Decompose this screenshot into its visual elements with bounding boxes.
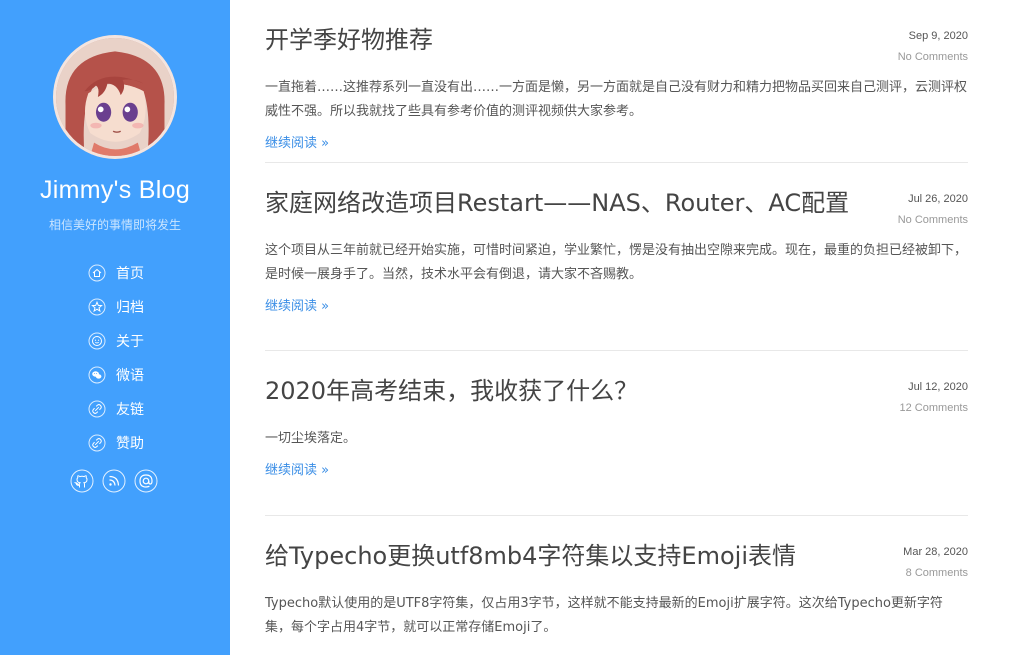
social-links <box>70 469 158 493</box>
post-comments-link[interactable]: No Comments <box>898 50 968 64</box>
star-icon <box>88 298 106 316</box>
email-icon[interactable] <box>134 469 158 493</box>
link-icon <box>88 400 106 418</box>
read-more-link[interactable]: 继续阅读 » <box>265 462 329 480</box>
wechat-icon <box>88 366 106 384</box>
blog-subtitle: 相信美好的事情即将发生 <box>48 218 181 232</box>
post-title[interactable]: 给Typecho更换utf8mb4字符集以支持Emoji表情 <box>265 540 968 572</box>
post-title[interactable]: 开学季好物推荐 <box>265 24 968 56</box>
post-date: Mar 28, 2020 <box>903 546 968 558</box>
nav-item-links[interactable]: 友链 <box>88 392 144 426</box>
post-meta: Sep 9, 2020 No Comments <box>898 29 968 64</box>
nav-label: 首页 <box>116 266 144 282</box>
nav-label: 赞助 <box>116 436 144 452</box>
post-title[interactable]: 2020年高考结束，我收获了什么？ <box>265 375 968 407</box>
post-date: Jul 26, 2020 <box>908 193 968 205</box>
blog-title[interactable]: Jimmy's Blog <box>0 176 230 205</box>
post-title[interactable]: 家庭网络改造项目Restart——NAS、Router、AC配置 <box>265 187 968 219</box>
post-excerpt: 一切尘埃落定。 <box>265 431 357 446</box>
avatar-image <box>56 38 174 156</box>
avatar[interactable] <box>53 35 177 159</box>
sidebar-nav: 首页 归档 关于 微语 友链 赞助 <box>88 256 144 460</box>
post-excerpt: 一直拖着……这推荐系列一直没有出……一方面是懒，另一方面就是自己没有财力和精力把… <box>265 80 968 119</box>
github-icon[interactable] <box>70 469 94 493</box>
nav-item-sponsor[interactable]: 赞助 <box>88 426 144 460</box>
rss-icon[interactable] <box>102 469 126 493</box>
face-icon <box>88 332 106 350</box>
post-meta: Jul 12, 2020 12 Comments <box>900 380 968 415</box>
post-comments-link[interactable]: No Comments <box>898 213 968 227</box>
nav-label: 微语 <box>116 368 144 384</box>
nav-item-home[interactable]: 首页 <box>88 256 144 290</box>
post-meta: Jul 26, 2020 No Comments <box>898 192 968 227</box>
home-icon <box>88 264 106 282</box>
read-more-link[interactable]: 继续阅读 » <box>265 135 329 153</box>
nav-label: 关于 <box>116 334 144 350</box>
post-comments-link[interactable]: 12 Comments <box>900 401 968 415</box>
nav-item-weiyu[interactable]: 微语 <box>88 358 144 392</box>
nav-item-archive[interactable]: 归档 <box>88 290 144 324</box>
sidebar: Jimmy's Blog 相信美好的事情即将发生 首页 归档 关于 微语 友链 … <box>0 0 230 655</box>
post-excerpt: 这个项目从三年前就已经开始实施，可惜时间紧迫，学业繁忙，愣是没有抽出空隙来完成。… <box>265 243 968 282</box>
post-excerpt: Typecho默认使用的是UTF8字符集，仅占用3字节，这样就不能支持最新的Em… <box>265 596 943 635</box>
post-item: 给Typecho更换utf8mb4字符集以支持Emoji表情 Mar 28, 2… <box>265 516 968 640</box>
post-meta: Mar 28, 2020 8 Comments <box>903 545 968 580</box>
post-date: Sep 9, 2020 <box>908 30 968 42</box>
post-item: 开学季好物推荐 Sep 9, 2020 No Comments 一直拖着……这推… <box>265 0 968 163</box>
post-date: Jul 12, 2020 <box>908 381 968 393</box>
nav-item-about[interactable]: 关于 <box>88 324 144 358</box>
post-item: 2020年高考结束，我收获了什么？ Jul 12, 2020 12 Commen… <box>265 351 968 516</box>
link-icon <box>88 434 106 452</box>
post-comments-link[interactable]: 8 Comments <box>903 566 968 580</box>
post-item: 家庭网络改造项目Restart——NAS、Router、AC配置 Jul 26,… <box>265 163 968 351</box>
post-list: 开学季好物推荐 Sep 9, 2020 No Comments 一直拖着……这推… <box>265 0 968 640</box>
nav-label: 归档 <box>116 300 144 316</box>
read-more-link[interactable]: 继续阅读 » <box>265 298 329 316</box>
nav-label: 友链 <box>116 402 144 418</box>
